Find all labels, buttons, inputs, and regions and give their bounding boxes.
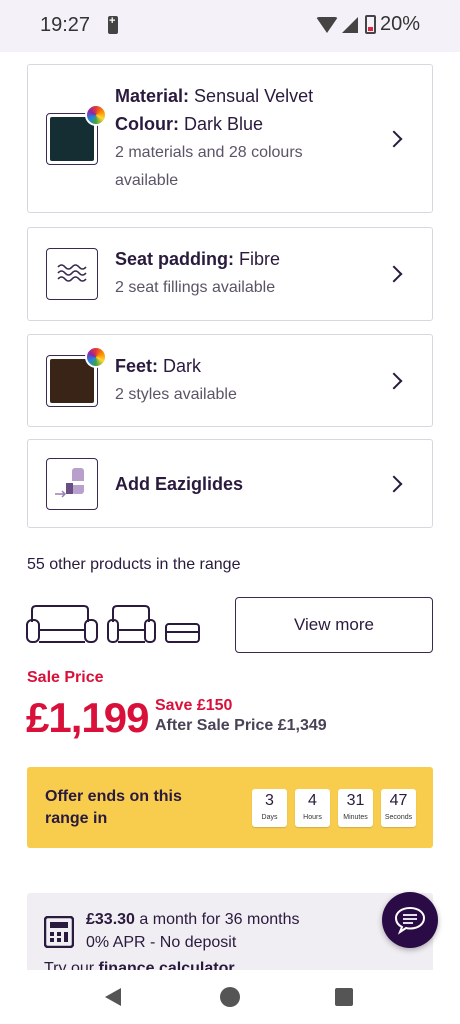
- eaziglides-line: Add Eaziglides: [115, 474, 243, 495]
- home-icon[interactable]: [220, 987, 240, 1007]
- dark-blue-swatch: [50, 117, 94, 161]
- countdown-days: 3 Days: [252, 789, 287, 827]
- back-icon[interactable]: [105, 988, 121, 1006]
- fibre-waves-icon: [57, 264, 87, 282]
- signal-icon: [341, 16, 358, 33]
- battery-percent: 20%: [379, 13, 420, 35]
- countdown-unit: Hours: [303, 814, 322, 821]
- eaziglides-icon: [55, 468, 84, 498]
- eaziglides-label: Add Eaziglides: [115, 474, 244, 494]
- countdown-hours: 4 Hours: [295, 789, 330, 827]
- dark-feet-swatch: [50, 359, 94, 403]
- countdown-value: 47: [389, 792, 408, 809]
- status-bar: 19:27 20%: [0, 0, 460, 52]
- countdown: 3 Days 4 Hours 31 Minutes 47 Seconds: [252, 789, 416, 827]
- range-count-text: 55 other products in the range: [27, 556, 241, 573]
- option-feet-card[interactable]: Feet: Dark 2 styles available: [27, 334, 433, 427]
- countdown-minutes: 31 Minutes: [338, 789, 373, 827]
- seat-padding-value: Fibre: [239, 249, 281, 269]
- chevron-right-icon: [385, 265, 403, 283]
- offer-text: Offer ends on this range in: [45, 788, 182, 827]
- countdown-unit: Minutes: [343, 814, 368, 821]
- range-products-icons: [26, 605, 200, 643]
- offer-banner: Offer ends on this range in 3 Days 4 Hou…: [27, 767, 433, 848]
- sofa-icon: [26, 605, 98, 643]
- view-more-button[interactable]: View more: [235, 597, 433, 653]
- countdown-unit: Seconds: [384, 814, 413, 821]
- countdown-seconds: 47 Seconds: [381, 789, 416, 827]
- chevron-right-icon: [385, 475, 403, 493]
- countdown-value: 3: [265, 792, 274, 809]
- colour-label: Colour:: [115, 114, 179, 134]
- material-availability: 2 materials and 28 colours available: [115, 144, 303, 189]
- armchair-icon: [107, 605, 156, 643]
- colour-value: Dark Blue: [184, 114, 264, 134]
- colour-wheel-icon: [85, 104, 107, 126]
- after-sale-price: After Sale Price £1,349: [155, 717, 327, 734]
- feet-line: Feet: Dark: [115, 356, 201, 377]
- chevron-right-icon: [385, 130, 403, 148]
- sale-price: £1,199: [26, 694, 149, 741]
- material-label: Material:: [115, 86, 190, 106]
- system-nav-bar: [0, 970, 460, 1024]
- option-seat-padding-card[interactable]: Seat padding: Fibre 2 seat fillings avai…: [27, 227, 433, 321]
- material-value: Sensual Velvet: [194, 86, 314, 106]
- status-right: 20%: [315, 13, 420, 36]
- countdown-unit: Days: [261, 814, 278, 821]
- feet-swatch: [46, 346, 107, 407]
- eaziglides-thumb: [46, 458, 98, 510]
- seat-padding-thumb: [46, 248, 98, 300]
- monthly-suffix: a month for 36 months: [139, 911, 300, 928]
- colour-wheel-icon: [85, 346, 107, 368]
- option-material-card[interactable]: Material: Sensual Velvet Colour: Dark Bl…: [27, 64, 433, 213]
- wifi-icon: [315, 16, 338, 33]
- feet-value: Dark: [163, 356, 202, 376]
- sale-price-label: Sale Price: [27, 669, 104, 686]
- material-swatch: [46, 104, 107, 165]
- save-amount: Save £150: [155, 697, 233, 714]
- battery-saver-icon: [108, 15, 118, 34]
- finance-monthly: £33.30 a month for 36 months: [86, 911, 299, 929]
- seat-padding-line: Seat padding: Fibre: [115, 249, 280, 270]
- calculator-icon: [44, 916, 74, 948]
- chat-button[interactable]: [382, 892, 438, 948]
- recent-apps-icon[interactable]: [335, 988, 353, 1006]
- countdown-value: 31: [346, 792, 365, 809]
- option-eaziglides-card[interactable]: Add Eaziglides: [27, 439, 433, 528]
- countdown-value: 4: [308, 792, 317, 809]
- finance-terms: 0% APR - No deposit: [86, 934, 237, 951]
- seat-padding-availability: 2 seat fillings available: [115, 279, 276, 296]
- colour-line: Colour: Dark Blue: [115, 114, 263, 135]
- material-line: Material: Sensual Velvet: [115, 86, 313, 107]
- feet-label: Feet:: [115, 356, 159, 376]
- feet-availability: 2 styles available: [115, 386, 237, 403]
- status-time: 19:27: [40, 14, 91, 36]
- footstool-icon: [165, 623, 200, 643]
- chat-bubble-icon: [394, 906, 426, 935]
- monthly-amount: £33.30: [86, 911, 135, 928]
- seat-padding-label: Seat padding:: [115, 249, 235, 269]
- battery-icon: [364, 15, 376, 34]
- chevron-right-icon: [385, 372, 403, 390]
